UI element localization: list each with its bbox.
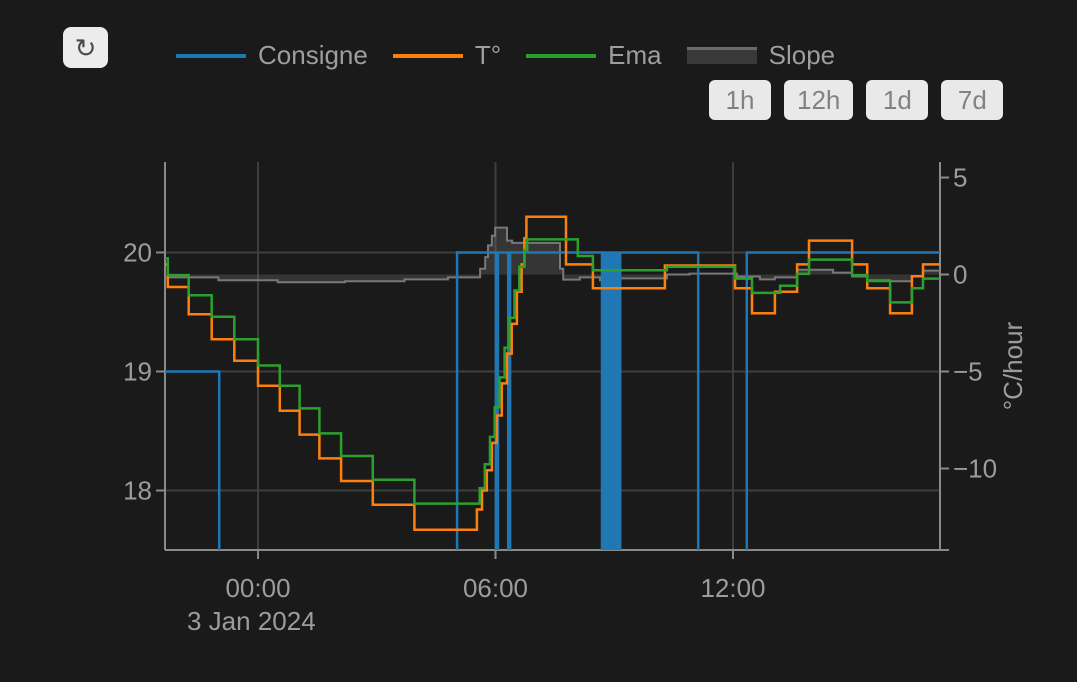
y-left-tick-label: 18 [123,475,152,505]
right-axis-title: °C/hour [998,321,1028,410]
x-axis-date-label: 3 Jan 2024 [187,606,316,636]
y-right-tick-label: −10 [953,454,997,484]
x-tick-label: 00:00 [225,573,290,603]
x-tick-label: 06:00 [463,573,528,603]
x-tick-label: 12:00 [700,573,765,603]
series-group [165,217,940,634]
y-left-tick-label: 20 [123,237,152,267]
y-right-tick-label: 0 [953,260,967,290]
thermostat-chart-panel: ↻ Consigne T° Ema Slope 1h 12h 1d 7d 00:… [0,0,1077,682]
y-left-tick-label: 19 [123,356,152,386]
slope-area [165,228,940,283]
y-right-tick-label: 5 [953,163,967,193]
chart-canvas[interactable]: 00:00 06:00 12:00 20 19 18 5 0 −5 −10 3 Jan 2024 °C… [0,0,1077,682]
y-right-tick-label: −5 [953,357,983,387]
